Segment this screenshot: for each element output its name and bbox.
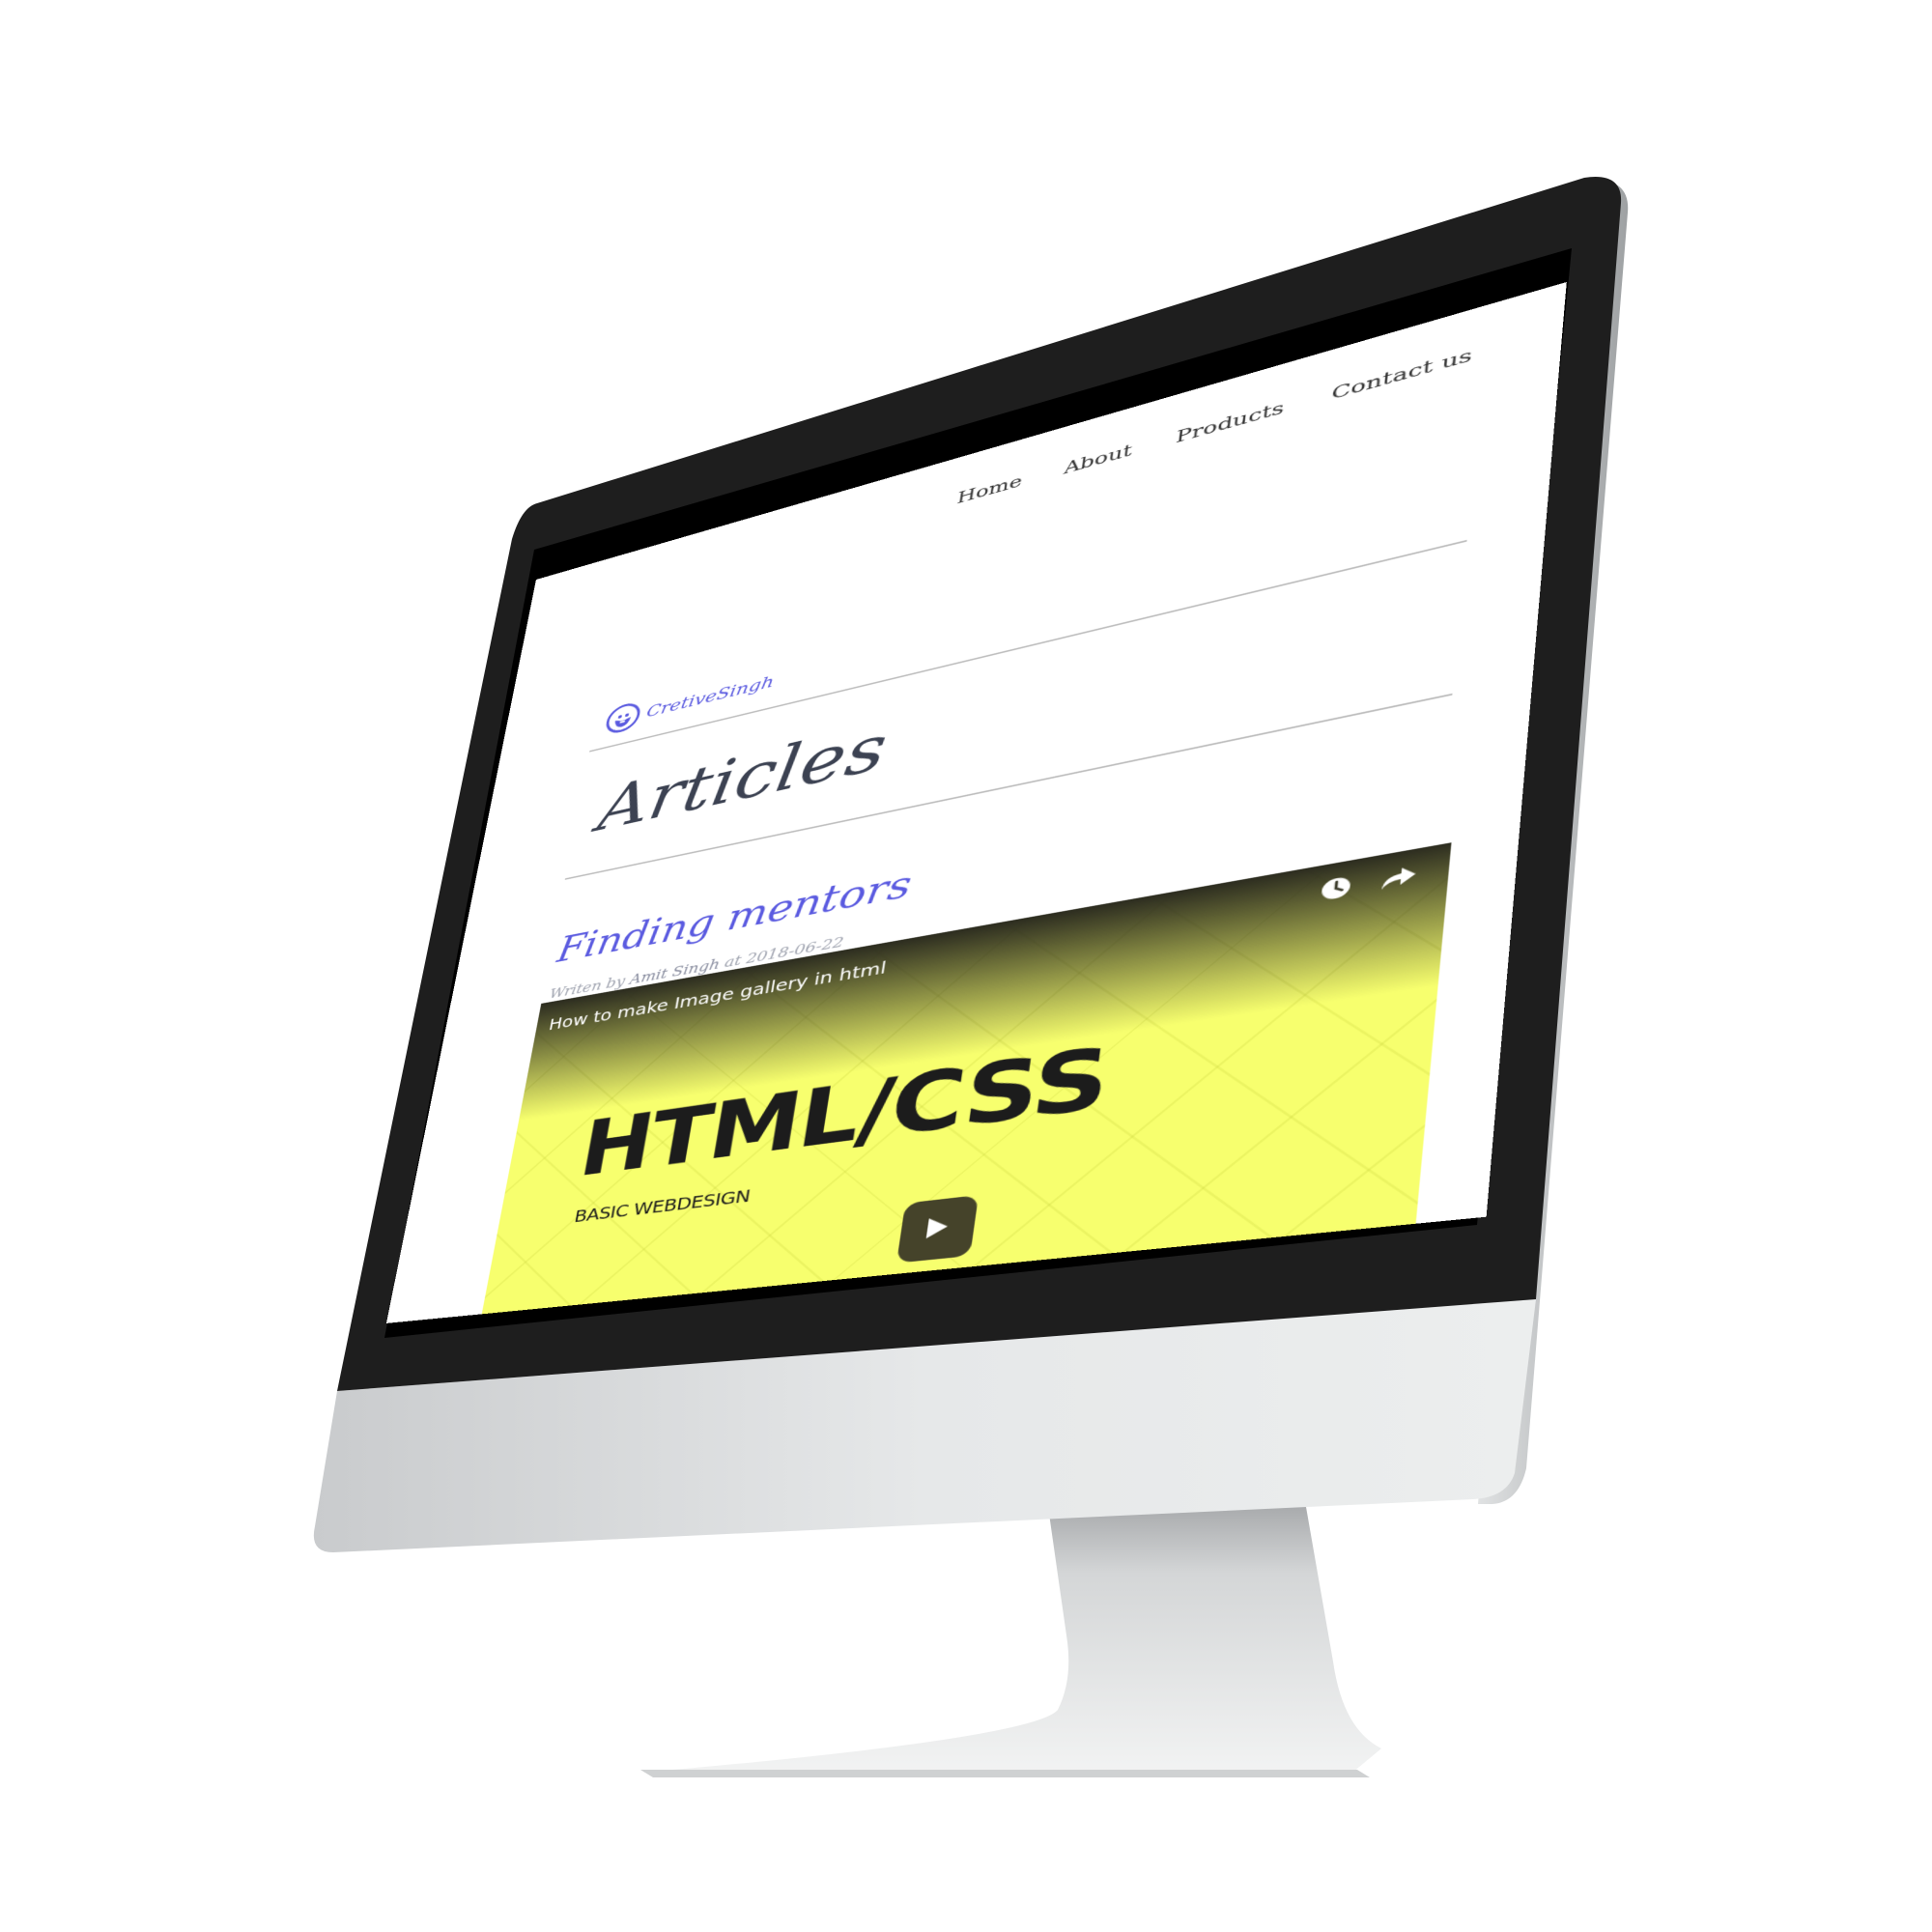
bearded-face-icon (604, 699, 642, 736)
brand-name: CretiveSingh (644, 671, 776, 722)
play-icon (923, 1214, 952, 1244)
monitor-mockup: Home About Products Contact us CretiveSi… (0, 0, 1932, 1932)
nav-contact-link[interactable]: Contact us (1330, 345, 1473, 404)
nav-products-link[interactable]: Products (1175, 397, 1285, 446)
nav-home-link[interactable]: Home (956, 471, 1024, 508)
monitor-stand (640, 1507, 1381, 1773)
page-title: Articles (593, 711, 893, 845)
header-divider (589, 539, 1467, 753)
nav-about-link[interactable]: About (1063, 440, 1133, 478)
